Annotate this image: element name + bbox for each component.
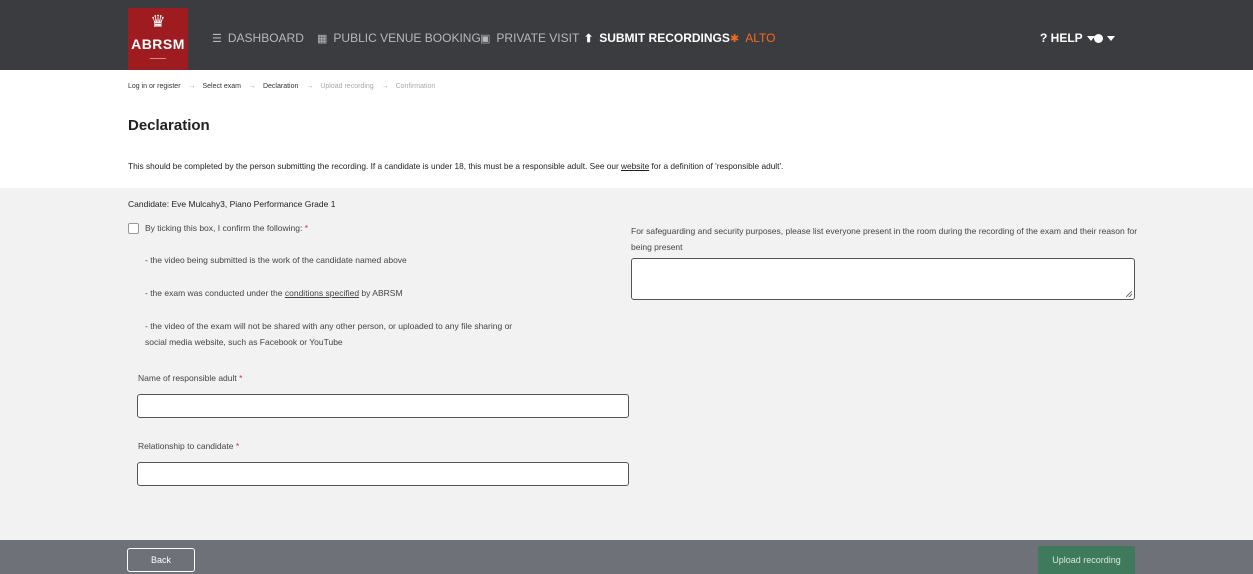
confirm-line-3b: social media website, such as Facebook o…: [145, 337, 343, 347]
help-label: ? HELP: [1040, 31, 1083, 45]
confirm-line-2: - the exam was conducted under the condi…: [145, 285, 403, 301]
confirm-checkbox[interactable]: [128, 223, 139, 234]
nav-alto-label: ALTO: [745, 31, 776, 45]
arrow-right-icon: →: [188, 83, 196, 90]
nav-submit-recordings-label: SUBMIT RECORDINGS: [599, 31, 730, 45]
globe-icon: [1094, 34, 1103, 44]
upload-icon: ⬆: [584, 33, 594, 45]
required-marker: *: [235, 441, 240, 451]
breadcrumb-step-upload: Upload recording: [320, 83, 374, 90]
confirm-line-2-before: - the exam was conducted under the: [145, 288, 285, 298]
id-card-icon: ▣: [480, 33, 491, 45]
nav-submit-recordings[interactable]: ⬆ SUBMIT RECORDINGS: [584, 30, 730, 47]
chevron-down-icon: [1107, 36, 1115, 42]
logo-rule: [150, 58, 166, 59]
responsible-adult-input[interactable]: [137, 394, 629, 418]
brand-name: ABRSM: [131, 36, 185, 52]
people-present-textarea[interactable]: [631, 258, 1135, 300]
intro-before: This should be completed by the person s…: [128, 161, 622, 171]
back-button[interactable]: Back: [127, 548, 195, 572]
abrsm-logo[interactable]: ♛ ABRSM: [128, 8, 188, 70]
website-link[interactable]: website: [621, 161, 649, 171]
safeguarding-label: For safeguarding and security purposes, …: [631, 226, 1138, 252]
language-menu[interactable]: [1094, 30, 1115, 46]
help-menu[interactable]: ? HELP: [1040, 30, 1095, 46]
relationship-label: Relationship to candidate *: [138, 441, 239, 451]
relationship-input[interactable]: [137, 462, 629, 486]
arrow-right-icon: →: [381, 83, 389, 90]
breadcrumb-step-declaration: Declaration: [262, 83, 299, 90]
required-marker: *: [304, 223, 309, 233]
responsible-adult-label: Name of responsible adult *: [138, 373, 242, 383]
breadcrumb-step-select-exam[interactable]: Select exam: [202, 83, 241, 90]
responsible-adult-label-text: Name of responsible adult: [138, 373, 237, 383]
breadcrumb-step-login[interactable]: Log in or register: [128, 83, 181, 90]
intro-text: This should be completed by the person s…: [128, 161, 783, 171]
resize-grip-icon[interactable]: [1126, 291, 1132, 297]
calendar-icon: ▦: [317, 33, 328, 45]
page-title: Declaration: [128, 117, 210, 134]
bug-icon: ✱: [730, 33, 740, 45]
list-icon: ☰: [212, 33, 222, 45]
conditions-specified-link[interactable]: conditions specified: [285, 288, 359, 298]
required-marker: *: [239, 373, 243, 383]
nav-public-venue-booking[interactable]: ▦ PUBLIC VENUE BOOKING: [317, 30, 481, 47]
relationship-label-text: Relationship to candidate: [138, 441, 234, 451]
upload-recording-button[interactable]: Upload recording: [1038, 546, 1135, 574]
confirm-line-1: - the video being submitted is the work …: [145, 255, 407, 265]
breadcrumb: Log in or register → Select exam → Declara…: [128, 83, 438, 90]
arrow-right-icon: →: [249, 83, 257, 90]
confirm-label-text: By ticking this box, I confirm the follo…: [145, 223, 303, 233]
confirm-line-2-after: by ABRSM: [359, 288, 403, 298]
confirm-line-3a: - the video of the exam will not be shar…: [145, 321, 513, 331]
confirm-label: By ticking this box, I confirm the follo…: [145, 223, 308, 233]
top-navigation-bar: ♛ ABRSM ☰ DASHBOARD ▦ PUBLIC VENUE BOOKING…: [0, 0, 1253, 70]
nav-alto[interactable]: ✱ ALTO: [730, 30, 775, 47]
candidate-info: Candidate: Eve Mulcahy3, Piano Performan…: [128, 199, 336, 209]
crown-icon: ♛: [150, 12, 166, 31]
nav-private-visit[interactable]: ▣ PRIVATE VISIT: [480, 30, 579, 47]
nav-dashboard[interactable]: ☰ DASHBOARD: [212, 30, 304, 47]
nav-dashboard-label: DASHBOARD: [227, 31, 304, 45]
nav-public-venue-booking-label: PUBLIC VENUE BOOKING: [333, 31, 481, 45]
breadcrumb-step-confirmation: Confirmation: [395, 83, 436, 90]
intro-after: for a definition of 'responsible adult'.: [649, 161, 784, 171]
nav-private-visit-label: PRIVATE VISIT: [496, 31, 580, 45]
confirm-line-3: - the video of the exam will not be shar…: [145, 318, 512, 350]
arrow-right-icon: →: [306, 83, 314, 90]
